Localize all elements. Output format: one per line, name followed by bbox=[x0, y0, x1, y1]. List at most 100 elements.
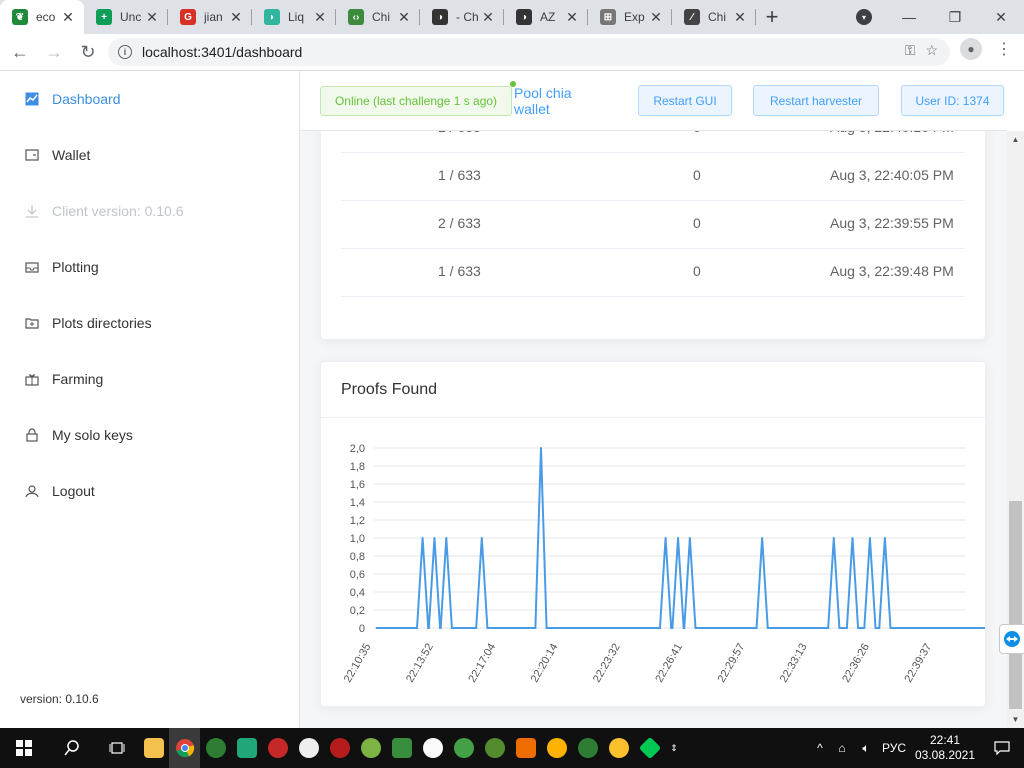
profile-avatar[interactable]: ● bbox=[960, 38, 982, 60]
app-icon-coin[interactable] bbox=[417, 728, 448, 768]
app-icon-green-ring[interactable] bbox=[355, 728, 386, 768]
close-tab-icon[interactable]: ✕ bbox=[144, 9, 160, 26]
x-tick-label: 22:33:13 bbox=[778, 642, 810, 685]
proof-point bbox=[883, 537, 886, 539]
close-tab-icon[interactable]: ✕ bbox=[60, 9, 76, 26]
tab-title: Chi bbox=[708, 10, 727, 24]
browser-menu-icon[interactable]: ⋮ bbox=[996, 39, 1012, 59]
browser-tab[interactable]: ∕ Chi ✕ bbox=[672, 0, 756, 34]
sidebar-item-my-solo-keys[interactable]: My solo keys bbox=[24, 423, 133, 447]
app-icon-berries[interactable] bbox=[262, 728, 293, 768]
restart-gui-button[interactable]: Restart GUI bbox=[638, 85, 732, 116]
gift-icon bbox=[24, 371, 40, 387]
proof-point bbox=[677, 537, 680, 539]
user-icon bbox=[24, 483, 40, 499]
clock-date: 03.08.2021 bbox=[914, 748, 976, 762]
app-icon-avocado[interactable] bbox=[479, 728, 510, 768]
proofs-found-chart: 0 0,2 0,4 0,6 0,8 1,0 1,2 1,4 1,6 1,8 2,0 22:10:35 2… bbox=[342, 443, 993, 685]
app-icon-leaf[interactable] bbox=[293, 728, 324, 768]
table-row: 2 / 633 0 Aug 3, 22:39:55 PM bbox=[341, 201, 965, 249]
proof-point bbox=[480, 537, 483, 539]
sidebar-item-plots-directories[interactable]: Plots directories bbox=[24, 311, 152, 335]
proof-point bbox=[664, 537, 667, 539]
minimize-button[interactable]: — bbox=[886, 0, 932, 34]
chrome-icon[interactable] bbox=[169, 728, 200, 768]
tab-favicon-icon: ◗ bbox=[264, 9, 280, 25]
notifications-icon[interactable] bbox=[980, 741, 1024, 755]
windows-start-icon[interactable] bbox=[0, 728, 48, 768]
app-icon-x[interactable] bbox=[200, 728, 231, 768]
close-tab-icon[interactable]: ✕ bbox=[396, 9, 412, 26]
reload-button[interactable]: ↻ bbox=[74, 38, 102, 66]
tab-favicon-icon: ⊞ bbox=[600, 9, 616, 25]
close-tab-icon[interactable]: ✕ bbox=[564, 9, 580, 26]
taskbar-scroll-icon[interactable]: ⇕ bbox=[665, 728, 683, 768]
app-icon-maple[interactable] bbox=[386, 728, 417, 768]
forward-button[interactable]: → bbox=[40, 38, 68, 66]
close-tab-icon[interactable]: ✕ bbox=[648, 9, 664, 26]
teamviewer-icon[interactable] bbox=[999, 624, 1024, 654]
proof-point bbox=[421, 537, 424, 539]
restart-harvester-button[interactable]: Restart harvester bbox=[753, 85, 879, 116]
status-badge: Online (last challenge 1 s ago) bbox=[320, 86, 512, 116]
site-info-icon[interactable]: i bbox=[118, 45, 132, 59]
sidebar-item-dashboard[interactable]: Dashboard bbox=[24, 87, 121, 111]
tab-search-icon[interactable]: ▾ bbox=[856, 9, 872, 25]
address-bar[interactable]: i localhost:3401/dashboard ⚿ ☆ bbox=[108, 38, 950, 66]
x-tick-label: 22:20:14 bbox=[529, 642, 561, 685]
browser-tab[interactable]: ❦ eco ✕ bbox=[0, 0, 84, 34]
back-button[interactable]: ← bbox=[6, 38, 34, 66]
scroll-down-arrow[interactable]: ▼ bbox=[1007, 711, 1024, 728]
restore-button[interactable]: ❐ bbox=[932, 0, 978, 34]
app-icon-green-leaf[interactable] bbox=[572, 728, 603, 768]
tab-favicon-icon: ◑ bbox=[432, 9, 448, 25]
chevron-up-icon[interactable]: ^ bbox=[810, 741, 830, 755]
network-icon[interactable]: ⌂ bbox=[830, 741, 854, 755]
browser-tab[interactable]: ⊞ Exp ✕ bbox=[588, 0, 672, 34]
new-tab-button[interactable]: + bbox=[756, 0, 788, 34]
close-tab-icon[interactable]: ✕ bbox=[480, 9, 496, 26]
pool-chia-wallet-link[interactable]: Pool chia wallet bbox=[514, 85, 586, 117]
volume-muted-icon[interactable]: 🔈︎ bbox=[854, 741, 878, 756]
scroll-up-arrow[interactable]: ▲ bbox=[1007, 131, 1024, 148]
browser-tab[interactable]: ‹› Chi ✕ bbox=[336, 0, 420, 34]
browser-tab[interactable]: ◑ - Ch ✕ bbox=[420, 0, 504, 34]
task-view-icon[interactable] bbox=[96, 728, 138, 768]
app-icon-badge[interactable] bbox=[541, 728, 572, 768]
search-icon[interactable] bbox=[48, 728, 96, 768]
browser-tab[interactable]: ◑ AZ ✕ bbox=[504, 0, 588, 34]
card-title: Proofs Found bbox=[321, 362, 985, 418]
sidebar-item-farming[interactable]: Farming bbox=[24, 367, 103, 391]
tab-list: ❦ eco ✕ + Unc ✕ Gjian ✕ ◗ Liq ✕ ‹› Chi ✕ ◑ - Ch ✕ ◑ AZ ✕ ⊞ Ex… bbox=[0, 0, 756, 34]
system-clock[interactable]: 22:41 03.08.2021 bbox=[910, 733, 980, 763]
tab-favicon-icon: + bbox=[96, 9, 112, 25]
app-icon-fox[interactable] bbox=[510, 728, 541, 768]
sidebar-item-plotting[interactable]: Plotting bbox=[24, 255, 99, 279]
app-icon-hex[interactable] bbox=[231, 728, 262, 768]
download-icon bbox=[24, 203, 40, 219]
browser-tab[interactable]: + Unc ✕ bbox=[84, 0, 168, 34]
tab-title: - Ch bbox=[456, 10, 479, 24]
close-window-button[interactable]: ✕ bbox=[978, 0, 1024, 34]
close-tab-icon[interactable]: ✕ bbox=[732, 9, 748, 26]
x-tick-label: 22:23:32 bbox=[591, 642, 623, 685]
app-version: version: 0.10.6 bbox=[20, 692, 99, 706]
app-icon-rose[interactable] bbox=[324, 728, 355, 768]
app-icon-gold[interactable] bbox=[603, 728, 634, 768]
bookmark-star-icon[interactable]: ☆ bbox=[925, 42, 938, 59]
scroll-thumb[interactable] bbox=[1009, 501, 1022, 709]
close-tab-icon[interactable]: ✕ bbox=[312, 9, 328, 26]
key-icon[interactable]: ⚿ bbox=[905, 42, 916, 59]
browser-tab[interactable]: ◗ Liq ✕ bbox=[252, 0, 336, 34]
file-explorer-icon[interactable] bbox=[138, 728, 169, 768]
sidebar-item-label: My solo keys bbox=[52, 427, 133, 443]
app-icon-target[interactable] bbox=[448, 728, 479, 768]
browser-tab[interactable]: Gjian ✕ bbox=[168, 0, 252, 34]
language-indicator[interactable]: РУС bbox=[878, 741, 910, 755]
app-icon-diamond[interactable] bbox=[634, 728, 665, 768]
close-tab-icon[interactable]: ✕ bbox=[228, 9, 244, 26]
sidebar-item-logout[interactable]: Logout bbox=[24, 479, 95, 503]
sidebar-item-wallet[interactable]: Wallet bbox=[24, 143, 90, 167]
user-id-button[interactable]: User ID: 1374 bbox=[901, 85, 1004, 116]
tab-title: eco bbox=[36, 10, 56, 24]
